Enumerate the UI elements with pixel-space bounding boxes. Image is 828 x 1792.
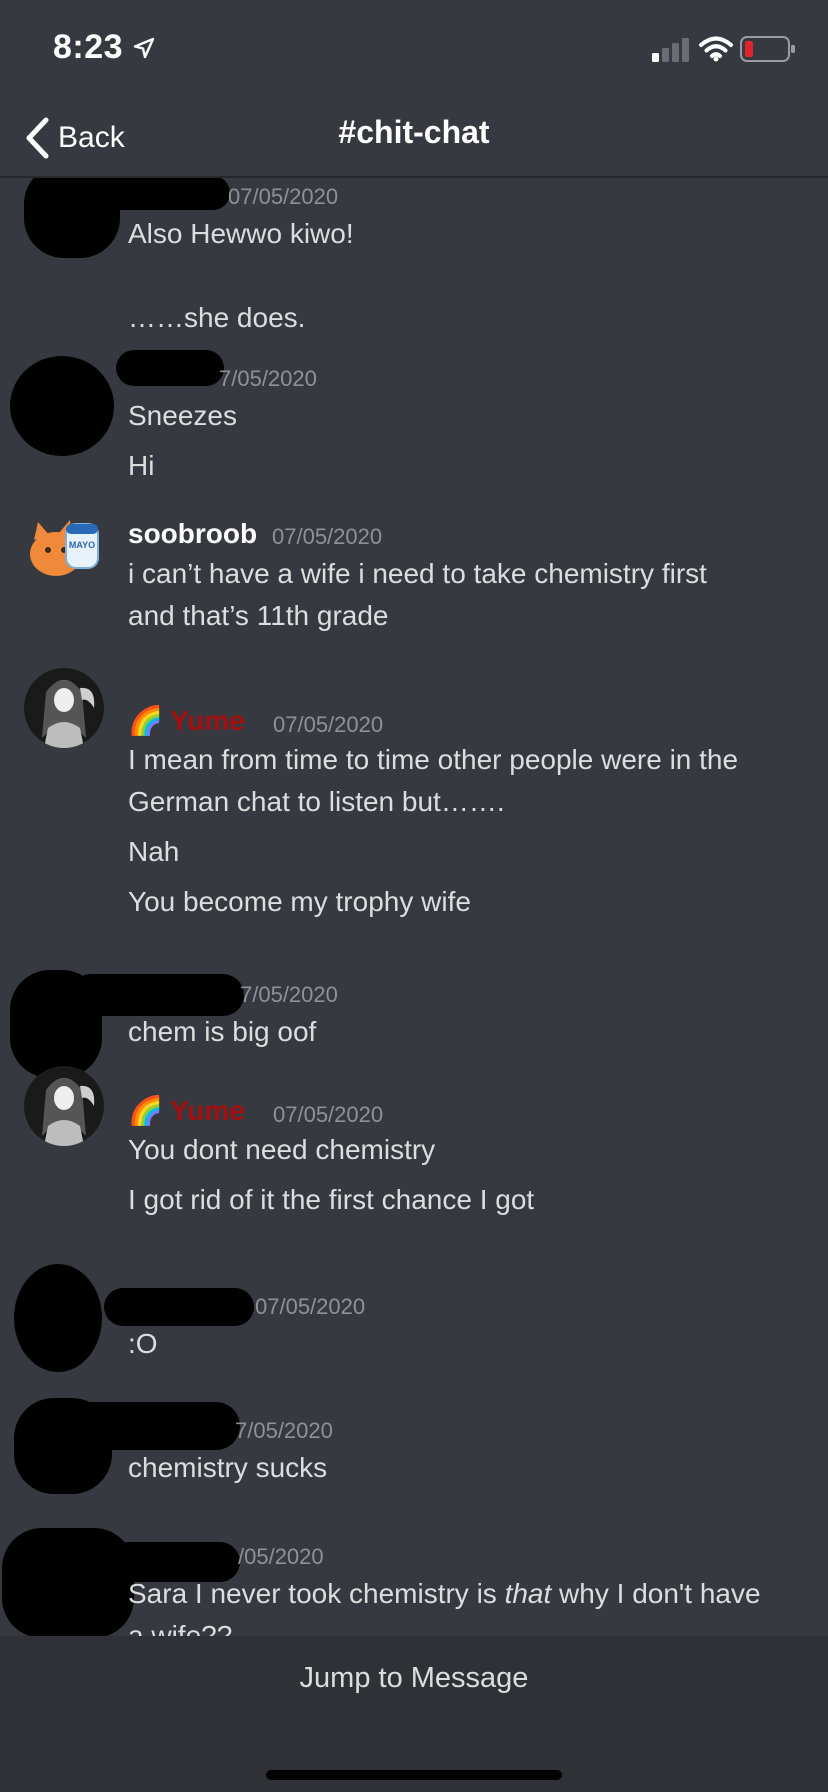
redacted-name (104, 1288, 254, 1326)
message-timestamp: 7/05/2020 (240, 982, 338, 1007)
message-author[interactable]: 🌈 Yume (128, 704, 245, 737)
redacted-name (60, 1402, 240, 1450)
status-bar: 8:23 (0, 0, 828, 100)
redacted-avatar (2, 1528, 134, 1636)
message-text: and that’s 11th grade (128, 600, 389, 631)
message-text-emphasis: that (504, 1578, 552, 1609)
redacted-name (60, 178, 230, 210)
message-text: Sneezes (128, 400, 237, 431)
rainbow-icon: 🌈 (128, 1095, 163, 1126)
message-timestamp: 07/05/2020 (272, 524, 383, 549)
redacted-name (116, 350, 224, 386)
message-text: You dont need chemistry (128, 1134, 436, 1165)
message-text: You become my trophy wife (128, 886, 471, 917)
message-text: Hi (128, 450, 155, 481)
message-text: German chat to listen but……. (128, 786, 505, 817)
message-text: a wife?? (128, 1620, 233, 1636)
message-timestamp: 7/05/2020 (235, 1418, 333, 1443)
message-text: Nah (128, 836, 180, 867)
message-text-part: why I don't have (551, 1578, 761, 1609)
message-list[interactable]: 07/05/2020 Also Hewwo kiwo! ……she does. … (0, 178, 828, 1636)
message-text: i can’t have a wife i need to take chemi… (128, 558, 707, 589)
redacted-avatar (10, 356, 114, 456)
message-text: ……she does. (128, 302, 306, 333)
jump-to-message-button[interactable]: Jump to Message (0, 1662, 828, 1695)
nav-bar: Back #chit-chat (0, 100, 828, 178)
message-author[interactable]: 🌈 Yume (128, 1094, 245, 1127)
avatar-cat-icon: MAYO (30, 520, 99, 576)
message-author[interactable]: soobroob (128, 518, 257, 550)
jump-footer: Jump to Message (0, 1636, 828, 1792)
message-text: Also Hewwo kiwo! (128, 218, 354, 249)
message-timestamp: 07/05/2020 (228, 184, 339, 209)
channel-title: #chit-chat (338, 114, 490, 150)
avatar-image (24, 1066, 104, 1146)
message-text: I got rid of it the first chance I got (128, 1184, 535, 1215)
svg-text:MAYO: MAYO (69, 540, 95, 550)
message-text: I mean from time to time other people we… (128, 744, 739, 775)
battery-low-icon (740, 36, 795, 62)
message-timestamp: 07/05/2020 (255, 1294, 366, 1319)
redacted-name (108, 1542, 240, 1582)
message-text: Sara I never took chemistry is that why … (128, 1578, 761, 1610)
status-time: 8:23 (53, 28, 124, 66)
author-name: Yume (170, 1095, 245, 1126)
avatar-image (24, 668, 104, 748)
message-text: chemistry sucks (128, 1452, 328, 1483)
message-text: chem is big oof (128, 1016, 317, 1047)
message-timestamp: /05/2020 (238, 1544, 324, 1569)
message-timestamp: 7/05/2020 (219, 366, 317, 391)
home-indicator[interactable] (266, 1770, 562, 1780)
message-timestamp: 07/05/2020 (273, 1102, 384, 1127)
message-timestamp: 07/05/2020 (273, 712, 384, 737)
location-arrow-icon (133, 37, 155, 59)
redacted-avatar (14, 1264, 102, 1372)
message-text: :O (128, 1328, 158, 1359)
signal-icon (652, 38, 689, 62)
wifi-icon (699, 36, 733, 62)
rainbow-icon: 🌈 (128, 705, 163, 736)
redacted-name (70, 974, 244, 1016)
message-text-part: Sara I never took chemistry is (128, 1578, 505, 1609)
author-name: Yume (170, 705, 245, 736)
